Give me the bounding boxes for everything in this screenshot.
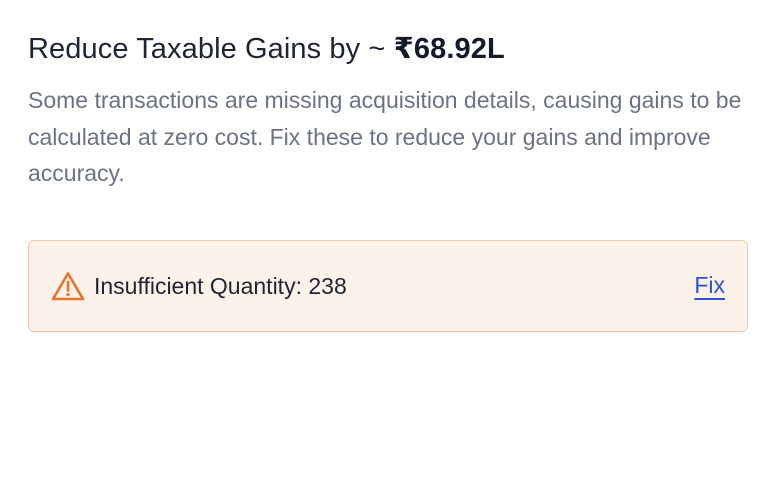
insufficient-quantity-alert: Insufficient Quantity: 238 Fix bbox=[28, 239, 748, 332]
alert-message: Insufficient Quantity: 238 bbox=[94, 272, 347, 299]
warning-triangle-icon bbox=[51, 270, 85, 302]
card-description: Some transactions are missing acquisitio… bbox=[28, 87, 742, 186]
tax-gains-card: Reduce Taxable Gains by ~ ₹68.92L Some t… bbox=[0, 0, 760, 478]
taxable-gains-amount: ₹68.92L bbox=[393, 33, 505, 65]
fix-link[interactable]: Fix bbox=[694, 270, 725, 300]
card-title: Reduce Taxable Gains by ~ ₹68.92L bbox=[28, 30, 748, 68]
card-title-prefix: Reduce Taxable Gains by ~ bbox=[28, 33, 394, 65]
